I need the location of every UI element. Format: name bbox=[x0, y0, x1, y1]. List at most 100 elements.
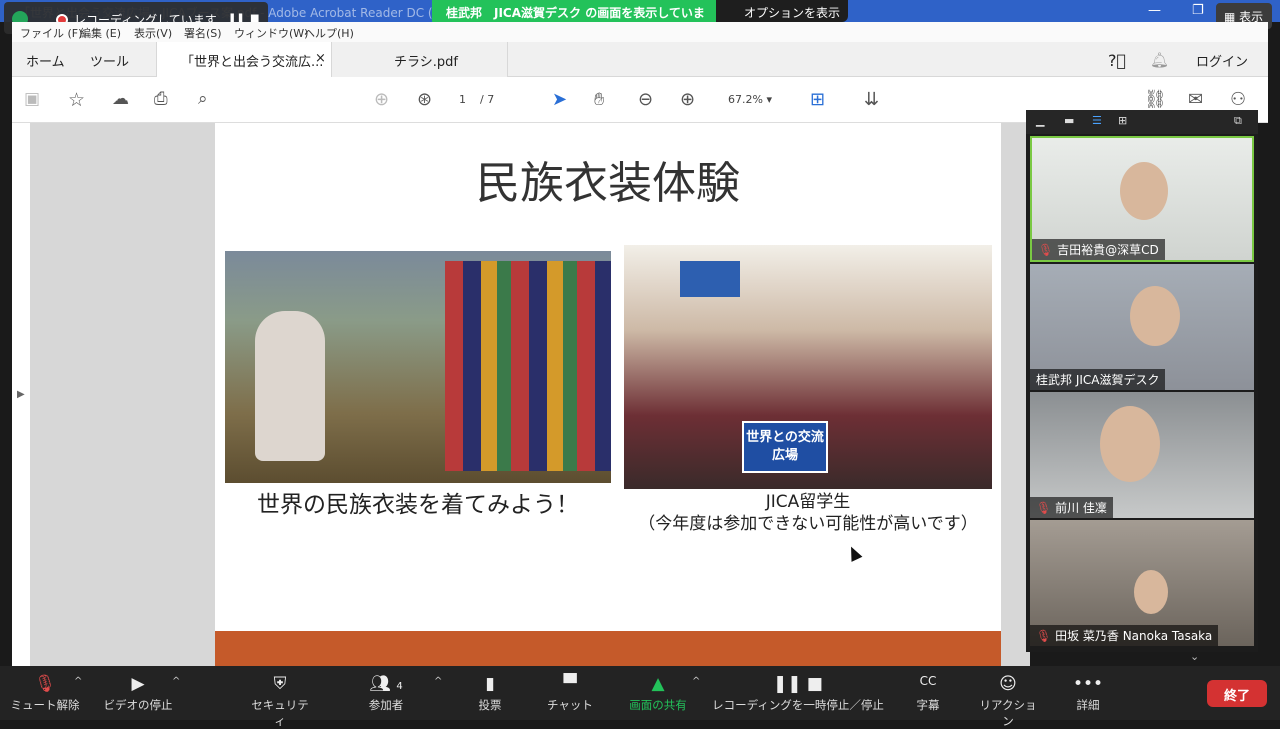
cc-icon: CC bbox=[919, 674, 937, 688]
help-icon[interactable]: ?⃝ bbox=[1108, 51, 1126, 70]
reactions-button[interactable]: ☺ リアクション bbox=[976, 674, 1040, 729]
zoom-level-select[interactable]: 67.2% ▾ bbox=[728, 93, 772, 106]
smiley-icon: ☺ bbox=[999, 674, 1017, 694]
popout-icon[interactable]: ⧉ bbox=[1234, 114, 1242, 128]
bell-icon[interactable]: 🔔︎ bbox=[1150, 51, 1169, 69]
chat-button[interactable]: ▀ チャット bbox=[546, 674, 594, 713]
participant-name: 🎙︎ 田坂 菜乃香 Nanoka Tasaka bbox=[1030, 625, 1219, 646]
participant-face bbox=[1100, 406, 1160, 482]
menu-file[interactable]: ファイル (F) bbox=[20, 25, 82, 41]
share-screen-button[interactable]: ▲ 画面の共有 bbox=[624, 674, 692, 713]
more-button[interactable]: ••• 詳細 bbox=[1068, 674, 1108, 713]
muted-mic-icon: 🎙︎ bbox=[34, 674, 56, 694]
video-tile[interactable]: 桂武邦 JICA滋賀デスク bbox=[1030, 264, 1254, 390]
left-pane-toggle[interactable]: ▶ bbox=[12, 123, 30, 666]
page-current[interactable]: 1 bbox=[459, 93, 466, 106]
security-label: セキュリティ bbox=[251, 698, 309, 728]
chevron-up-icon[interactable]: ^ bbox=[434, 676, 442, 687]
maximize-icon[interactable]: ❐ bbox=[1192, 3, 1204, 18]
recording-control-button[interactable]: ❚❚ ■ レコーディングを一時停止／停止 bbox=[712, 674, 884, 713]
poll-button[interactable]: ▮ 投票 bbox=[470, 674, 510, 713]
muted-mic-icon: 🎙︎ bbox=[1036, 629, 1052, 643]
save-icon[interactable]: ▣ bbox=[24, 89, 46, 111]
scroll-down-icon[interactable]: ⌄ bbox=[1190, 650, 1199, 663]
video-tile[interactable]: 🎙︎ 吉田裕貴@深草CD bbox=[1030, 136, 1254, 262]
view-options-button[interactable]: オプションを表示 ⌄ bbox=[716, 0, 848, 35]
page-indicator[interactable]: 1 / 7 bbox=[459, 93, 494, 106]
video-tile[interactable]: 🎙︎ 前川 佳凜 bbox=[1030, 392, 1254, 518]
stop-video-label: ビデオの停止 bbox=[103, 698, 173, 712]
caption-costume: 世界の民族衣装を着てみよう！ bbox=[257, 492, 579, 518]
captions-button[interactable]: CC 字幕 bbox=[906, 674, 950, 713]
hand-tool-icon[interactable]: ✋︎ bbox=[594, 89, 616, 111]
chevron-up-icon[interactable]: ^ bbox=[74, 676, 82, 687]
exchange-plaza-sign: 世界との交流広場 bbox=[742, 421, 828, 473]
poll-chart-icon: ▮ bbox=[485, 674, 495, 694]
participant-face bbox=[1134, 570, 1168, 614]
pause-stop-icon: ❚❚ ■ bbox=[773, 674, 823, 694]
reactions-label: リアクション bbox=[979, 698, 1037, 728]
document-page: 民族衣装体験 世界との交流広場 世界の民族衣装を着てみよう！ JICA留学生 （… bbox=[215, 123, 1001, 666]
expand-arrow-icon[interactable]: ▶ bbox=[17, 389, 25, 400]
tab-home[interactable]: ホーム bbox=[26, 51, 65, 70]
email-icon[interactable]: ✉︎ bbox=[1188, 89, 1210, 111]
upload-cloud-icon[interactable]: ☁ bbox=[112, 89, 134, 111]
end-meeting-button[interactable]: 終了 bbox=[1207, 680, 1267, 707]
share-screen-icon: ▲ bbox=[651, 674, 665, 694]
view-options-label: オプションを表示 bbox=[744, 6, 841, 20]
participant-name: 🎙︎ 吉田裕貴@深草CD bbox=[1032, 239, 1165, 260]
next-page-icon[interactable]: ⊛ bbox=[417, 89, 439, 111]
link-icon[interactable]: ⛓︎ bbox=[1144, 89, 1167, 111]
video-gallery-panel: ▁ ▬ ☰ ⊞ ⧉ 🎙︎ 吉田裕貴@深草CD 桂武邦 JICA滋賀デスク 🎙︎ … bbox=[1026, 110, 1258, 663]
clothing-rack bbox=[445, 261, 611, 471]
menu-sign[interactable]: 署名(S) bbox=[184, 25, 222, 41]
security-button[interactable]: ⛨ セキュリティ bbox=[248, 674, 312, 729]
close-tab-icon[interactable]: × bbox=[315, 51, 326, 66]
minimize-video-icon[interactable]: ▁ bbox=[1036, 114, 1044, 127]
participants-label: 参加者 bbox=[368, 698, 404, 712]
menu-edit[interactable]: 編集 (E) bbox=[80, 25, 121, 41]
unmute-label: ミュート解除 bbox=[10, 698, 80, 712]
zoom-search-icon[interactable]: ⌕ bbox=[198, 89, 220, 111]
tab-bar: ホーム ツール 「世界と出会う交流広... × チラシ.pdf ?⃝ 🔔︎ ログ… bbox=[12, 42, 1268, 77]
muted-mic-icon: 🎙︎ bbox=[1036, 501, 1052, 515]
chevron-up-icon[interactable]: ^ bbox=[172, 676, 180, 687]
menu-help[interactable]: ヘルプ(H) bbox=[304, 25, 354, 41]
tab-flyer[interactable]: チラシ.pdf bbox=[332, 42, 508, 77]
participant-name-text: 田坂 菜乃香 Nanoka Tasaka bbox=[1055, 629, 1213, 643]
share-screen-label: 画面の共有 bbox=[629, 698, 687, 712]
minimize-icon[interactable]: — bbox=[1148, 3, 1161, 18]
tab-tools[interactable]: ツール bbox=[90, 51, 129, 70]
gallery-view-icon[interactable]: ⊞ bbox=[1118, 114, 1127, 127]
chevron-up-icon[interactable]: ^ bbox=[692, 676, 700, 687]
video-camera-icon: ▶︎ bbox=[131, 674, 145, 694]
participants-icon: 👥︎ 4 bbox=[369, 674, 403, 694]
tab-document-active[interactable]: 「世界と出会う交流広... × bbox=[156, 42, 332, 77]
slide-heading: 民族衣装体験 bbox=[476, 158, 740, 209]
add-user-icon[interactable]: ⚇ bbox=[1230, 89, 1252, 111]
speaker-view-icon[interactable]: ☰ bbox=[1092, 114, 1102, 127]
gallery-controls: ▁ ▬ ☰ ⊞ ⧉ bbox=[1026, 110, 1258, 134]
tab-flyer-label: チラシ.pdf bbox=[394, 55, 458, 70]
print-icon[interactable]: ⎙ bbox=[154, 89, 176, 111]
fit-page-icon[interactable]: ⊞ bbox=[810, 89, 832, 111]
unmute-button[interactable]: 🎙︎ ミュート解除 bbox=[10, 674, 80, 713]
zoom-out-icon[interactable]: ⊖ bbox=[638, 89, 660, 111]
stop-video-button[interactable]: ▶︎ ビデオの停止 bbox=[100, 674, 176, 713]
poll-label: 投票 bbox=[478, 698, 502, 712]
menu-view[interactable]: 表示(V) bbox=[134, 25, 172, 41]
login-button[interactable]: ログイン bbox=[1196, 51, 1248, 70]
previous-page-icon[interactable]: ⊕ bbox=[374, 89, 396, 111]
students-photo: 世界との交流広場 bbox=[624, 245, 992, 489]
caption-students-line2: （今年度は参加できない可能性が高いです） bbox=[638, 514, 978, 534]
video-tile[interactable]: 🎙︎ 田坂 菜乃香 Nanoka Tasaka bbox=[1030, 520, 1254, 646]
zoom-in-icon[interactable]: ⊕ bbox=[680, 89, 702, 111]
muted-mic-icon: 🎙︎ bbox=[1038, 243, 1054, 257]
menu-window[interactable]: ウィンドウ(W) bbox=[234, 25, 308, 41]
tab-document-label: 「世界と出会う交流広... bbox=[181, 55, 324, 70]
scroll-mode-icon[interactable]: ⇊ bbox=[864, 89, 886, 111]
participants-button[interactable]: 👥︎ 4 参加者 bbox=[360, 674, 412, 713]
hide-video-icon[interactable]: ▬ bbox=[1064, 114, 1074, 127]
select-cursor-icon[interactable]: ➤ bbox=[552, 89, 574, 111]
star-icon[interactable]: ☆ bbox=[68, 89, 90, 111]
